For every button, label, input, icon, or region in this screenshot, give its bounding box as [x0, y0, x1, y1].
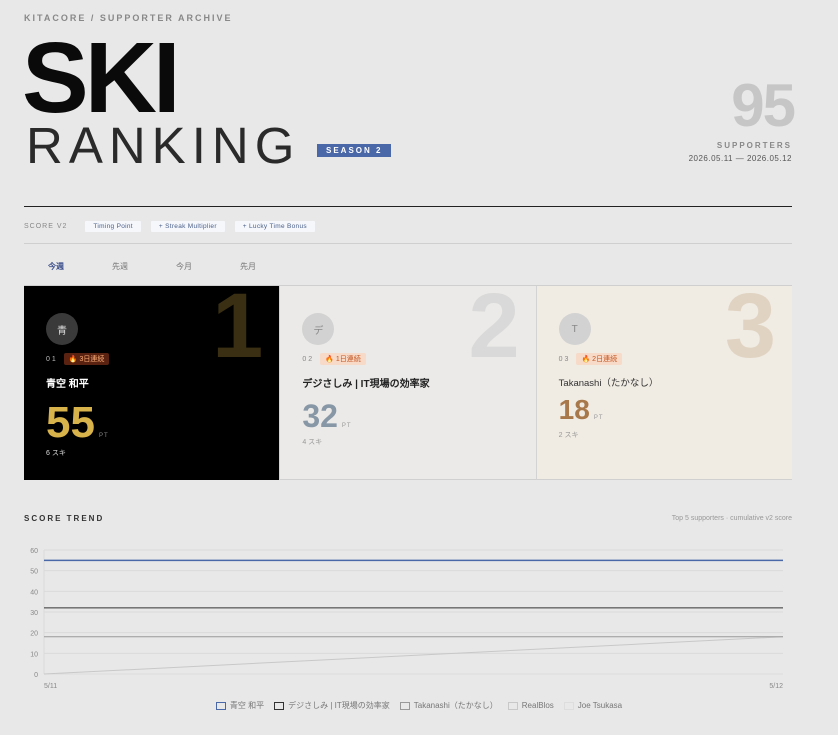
legend-item[interactable]: Joe Tsukasa: [563, 700, 623, 711]
y-tick-label: 30: [30, 610, 38, 617]
period-tabs: 今週 先週 今月 先月: [24, 252, 280, 287]
rank-line: 03 🔥 2日連続: [558, 353, 623, 365]
rank-watermark: 1: [212, 286, 264, 377]
divider: [24, 206, 792, 207]
legend-swatch: [215, 701, 226, 710]
rank-card-3[interactable]: 3 T 03 🔥 2日連続 Takanashi（たかなし） 18 PT 2 スキ: [536, 286, 792, 480]
y-tick-label: 40: [30, 589, 38, 596]
tab-last-month[interactable]: 先月: [216, 252, 280, 286]
rank-card-1[interactable]: 1 青 01 🔥 3日連続 青空 和平 55 PT 6 スキ: [24, 286, 281, 480]
legend-swatch: [507, 701, 518, 710]
legend-item[interactable]: Takanashi（たかなし）: [399, 700, 498, 711]
supporter-name: 青空 和平: [46, 379, 89, 390]
supporters-count: 95: [731, 72, 796, 139]
legend-label: Takanashi（たかなし）: [413, 701, 498, 710]
legend-swatch: [563, 701, 574, 710]
streak-label: 1日連続: [335, 356, 361, 363]
points-value: 32: [302, 398, 338, 434]
supporter-name: デジさしみ | IT現場の効率家: [302, 379, 430, 390]
page-subtitle: RANKING: [26, 117, 301, 174]
rank-card-2[interactable]: 2 デ 02 🔥 1日連続 デジさしみ | IT現場の効率家 32 PT 4 ス…: [280, 286, 537, 480]
tab-this-week[interactable]: 今週: [24, 252, 88, 287]
rank-watermark: 3: [724, 286, 776, 377]
y-tick-label: 60: [30, 548, 38, 555]
y-tick-label: 20: [30, 631, 38, 638]
tab-this-month[interactable]: 今月: [152, 252, 216, 286]
trend-subtitle: Top 5 supporters · cumulative v2 score: [671, 515, 792, 522]
flame-icon: 🔥: [581, 356, 591, 363]
formula-chip: Timing Point: [85, 221, 141, 232]
score-formula-row: SCORE V2 Timing Point + Streak Multiplie…: [24, 221, 315, 232]
points-value: 18: [558, 394, 590, 425]
streak-label: 3日連続: [79, 356, 105, 363]
legend-item[interactable]: デジさしみ | IT現場の効率家: [274, 700, 390, 711]
ski-count: 4 スキ: [302, 439, 323, 446]
series-line: [43, 636, 784, 675]
legend-label: デジさしみ | IT現場の効率家: [288, 701, 390, 710]
points-value: 55: [46, 398, 95, 447]
rank-line: 01 🔥 3日連続: [46, 353, 110, 365]
chart-legend: 青空 和平 デジさしみ | IT現場の効率家 Takanashi（たかなし） Real…: [0, 700, 838, 711]
supporter-name: Takanashi（たかなし）: [558, 378, 659, 389]
points: 32 PT: [302, 400, 351, 432]
x-tick-label: 5/12: [769, 683, 783, 690]
points-unit: PT: [593, 415, 604, 421]
podium-cards: 1 青 01 🔥 3日連続 青空 和平 55 PT 6 スキ 2 デ 02 🔥 …: [24, 286, 792, 480]
streak-badge: 🔥 2日連続: [576, 353, 623, 365]
flame-icon: 🔥: [325, 356, 334, 363]
score-trend-chart: 0 10 20 30 40 50 60 5/11 5/12: [30, 548, 784, 690]
ski-count: 2 スキ: [558, 432, 579, 439]
points-unit: PT: [98, 433, 109, 439]
points: 18 PT: [559, 396, 604, 424]
formula-chip: + Lucky Time Bonus: [234, 221, 315, 232]
legend-item[interactable]: RealBlos: [507, 700, 554, 711]
rank-line: 02 🔥 1日連続: [302, 353, 366, 365]
rank-watermark: 2: [468, 286, 520, 377]
supporters-label: SUPPORTERS: [716, 141, 792, 150]
rank-number: 01: [46, 355, 58, 363]
date-range: 2026.05.11 — 2026.05.12: [688, 154, 792, 163]
flame-icon: 🔥: [68, 356, 78, 363]
avatar: デ: [302, 313, 335, 345]
points: 55 PT: [46, 401, 109, 445]
ski-count: 6 スキ: [46, 450, 66, 457]
y-tick-label: 10: [30, 651, 38, 658]
tab-last-week[interactable]: 先週: [88, 252, 152, 286]
legend-swatch: [399, 701, 410, 710]
legend-label: Joe Tsukasa: [577, 701, 623, 710]
x-tick-label: 5/11: [44, 683, 57, 690]
y-tick-label: 0: [34, 672, 38, 679]
legend-swatch: [274, 701, 285, 710]
trend-title: SCORE TREND: [24, 514, 105, 523]
rank-number: 02: [302, 355, 315, 363]
season-badge: SEASON 2: [317, 144, 392, 157]
streak-badge: 🔥 3日連続: [63, 353, 110, 365]
legend-item[interactable]: 青空 和平: [215, 700, 265, 711]
formula-chip: + Streak Multiplier: [150, 221, 225, 232]
page-title: SKI: [22, 22, 181, 134]
avatar: T: [558, 313, 591, 345]
y-tick-label: 50: [30, 569, 38, 576]
streak-badge: 🔥 1日連続: [320, 353, 366, 365]
points-unit: PT: [341, 423, 352, 429]
legend-label: 青空 和平: [229, 701, 265, 710]
avatar: 青: [46, 313, 78, 345]
score-version-label: SCORE V2: [24, 223, 68, 230]
streak-label: 2日連続: [592, 356, 618, 363]
legend-label: RealBlos: [521, 701, 554, 710]
divider: [24, 243, 792, 244]
rank-number: 03: [558, 355, 571, 363]
